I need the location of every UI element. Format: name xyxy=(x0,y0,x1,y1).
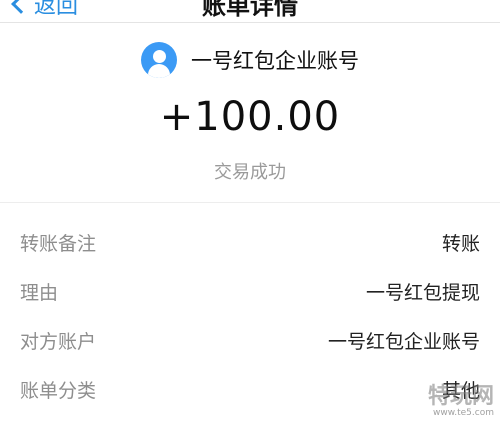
user-avatar-icon[interactable] xyxy=(141,42,177,78)
transaction-status: 交易成功 xyxy=(214,162,286,183)
detail-value: 一号红包企业账号 xyxy=(327,331,480,353)
page-title: 账单详情 xyxy=(202,0,298,20)
detail-label: 转账备注 xyxy=(20,233,97,255)
detail-row-reason: 理由 一号红包提现 xyxy=(0,267,500,316)
detail-value: 转账 xyxy=(441,233,480,255)
bill-detail-page: 返回 账单详情 一号红包企业账号 +100.00 交易成功 转账备注 转账 理由… xyxy=(0,0,500,426)
payer-name[interactable]: 一号红包企业账号 xyxy=(191,45,359,75)
detail-label: 账单分类 xyxy=(20,380,97,402)
avatar-head-shape xyxy=(152,50,166,63)
detail-row-category[interactable]: 账单分类 其他 xyxy=(0,365,500,414)
divider xyxy=(0,202,500,203)
detail-row-counterparty[interactable]: 对方账户 一号红包企业账号 xyxy=(0,316,500,365)
watermark-url: www.te5.com xyxy=(433,408,494,418)
detail-label: 对方账户 xyxy=(20,331,97,353)
site-watermark: 特玩网 www.te5.com xyxy=(427,384,494,419)
transaction-amount: +100.00 xyxy=(159,94,341,140)
payer-header: 一号红包企业账号 xyxy=(0,42,500,78)
watermark-text: 特玩网 xyxy=(427,384,494,409)
detail-value: 一号红包提现 xyxy=(365,282,480,304)
nav-bar: 返回 账单详情 xyxy=(0,0,500,23)
detail-list: 转账备注 转账 理由 一号红包提现 对方账户 一号红包企业账号 账单分类 其他 xyxy=(0,218,500,414)
detail-row-remark: 转账备注 转账 xyxy=(0,218,500,267)
detail-label: 理由 xyxy=(20,282,59,304)
avatar-body-shape xyxy=(148,64,170,78)
